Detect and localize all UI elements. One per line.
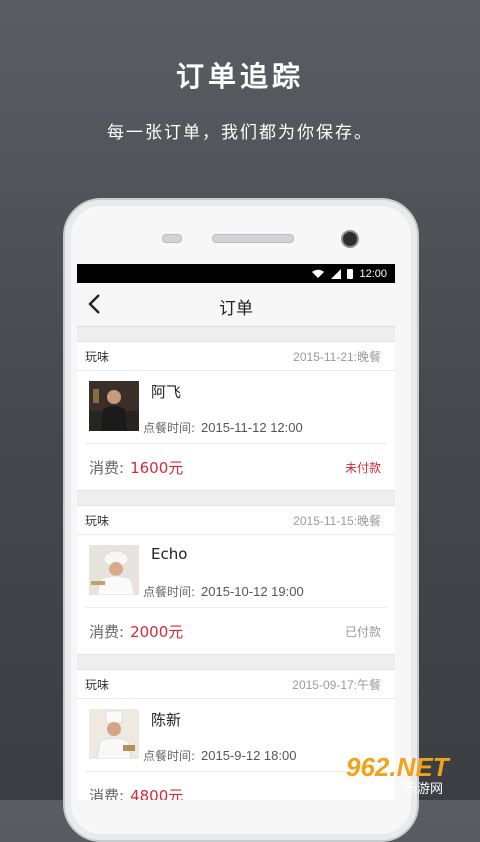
wifi-icon — [312, 269, 325, 278]
phone-screen: 12:00 订单 玩味 2015-11-21:晚餐 阿飞 点餐时间: 2015-… — [77, 264, 395, 800]
order-header: 玩味 2015-09-17:午餐 — [77, 670, 395, 699]
proximity-sensor — [162, 234, 182, 243]
order-body: Echo 点餐时间: 2015-10-12 19:00 — [85, 535, 387, 608]
restaurant-name: 玩味 — [85, 513, 110, 528]
signal-icon — [331, 268, 342, 279]
order-body: 阿飞 点餐时间: 2015-11-12 12:00 — [85, 371, 387, 444]
order-time-label: 点餐时间: — [143, 585, 196, 599]
order-card[interactable]: 玩味 2015-11-15:晚餐 Echo 点餐时间: 2015-10-12 19… — [77, 505, 395, 655]
payment-status: 已付款 — [344, 624, 381, 639]
cost-label: 消费: — [89, 786, 125, 801]
order-date: 2015-11-15:晚餐 — [293, 513, 381, 528]
order-time: 2015-10-12 19:00 — [201, 584, 304, 599]
order-time-row: 点餐时间: 2015-9-12 18:00 — [143, 747, 296, 764]
cost-label: 消费: — [89, 458, 125, 477]
order-list: 玩味 2015-11-21:晚餐 阿飞 点餐时间: 2015-11-12 12:0… — [77, 327, 395, 800]
order-time-label: 点餐时间: — [143, 749, 196, 763]
status-bar: 12:00 — [77, 264, 395, 283]
chef-name: 阿飞 — [151, 383, 182, 401]
restaurant-name: 玩味 — [85, 677, 110, 692]
status-time: 12:00 — [359, 267, 387, 280]
payment-status: 未付款 — [344, 460, 381, 475]
order-amount: 1600元 — [130, 458, 184, 477]
chef-name: 陈新 — [151, 711, 182, 729]
battery-icon — [347, 268, 354, 279]
order-header: 玩味 2015-11-21:晚餐 — [77, 342, 395, 371]
order-date: 2015-09-17:午餐 — [292, 677, 381, 692]
nav-bar: 订单 — [77, 283, 395, 327]
order-header: 玩味 2015-11-15:晚餐 — [77, 506, 395, 535]
order-time-row: 点餐时间: 2015-10-12 19:00 — [143, 583, 304, 600]
order-footer: 消费: 1600元 未付款 — [77, 444, 395, 490]
chef-name: Echo — [151, 545, 188, 563]
site-watermark: 962.NET 乐游网 — [340, 750, 480, 800]
order-footer: 消费: 2000元 已付款 — [77, 608, 395, 654]
order-time: 2015-11-12 12:00 — [201, 420, 303, 435]
chef-avatar — [89, 381, 139, 431]
order-time-row: 点餐时间: 2015-11-12 12:00 — [143, 419, 303, 436]
chef-avatar — [89, 709, 139, 759]
order-amount: 2000元 — [130, 622, 184, 641]
watermark-subtitle: 乐游网 — [404, 782, 444, 797]
order-amount: 4800元 — [130, 786, 184, 801]
chef-avatar — [89, 545, 139, 595]
front-camera — [341, 230, 359, 248]
promo-headline: 订单追踪 — [175, 60, 304, 93]
order-time-label: 点餐时间: — [143, 421, 196, 435]
order-time: 2015-9-12 18:00 — [201, 748, 297, 763]
earpiece-speaker — [212, 234, 294, 243]
cost-label: 消费: — [89, 622, 125, 641]
promo-subline: 每一张订单，我们都为你保存。 — [107, 123, 373, 143]
order-card[interactable]: 玩味 2015-11-21:晚餐 阿飞 点餐时间: 2015-11-12 12:0… — [77, 341, 395, 491]
page-title: 订单 — [219, 299, 253, 319]
restaurant-name: 玩味 — [85, 349, 110, 364]
order-date: 2015-11-21:晚餐 — [293, 349, 381, 364]
